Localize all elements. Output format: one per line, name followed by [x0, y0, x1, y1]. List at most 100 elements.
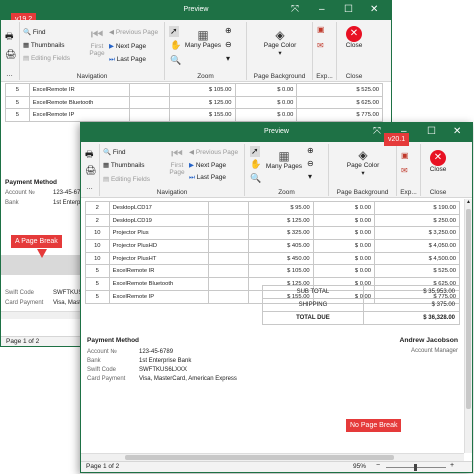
zoom-dropdown-icon[interactable]: ▾ [308, 173, 312, 181]
cell-product: ExcelRemote IP [28, 108, 130, 123]
export-pdf-icon[interactable]: ▣ [401, 152, 409, 160]
scroll-up-icon[interactable]: ▲ [465, 199, 472, 205]
window-title: Preview [264, 128, 289, 135]
vertical-scrollbar[interactable]: ▲ [464, 199, 472, 453]
ribbon: 🖶 🖨 … 🔍 Find ▦ Thumbnails ▤ Editing Fiel… [1, 20, 391, 82]
close-preview-button[interactable]: ✕ Close [423, 150, 453, 173]
zoom-slider-thumb[interactable] [414, 464, 417, 471]
maximize-icon[interactable]: ☐ [427, 126, 436, 138]
cell-disc: $ 0.00 [312, 226, 376, 241]
close-preview-button[interactable]: ✕ Close [339, 26, 369, 49]
status-bar: Page 1 of 2 95% − + [81, 461, 472, 472]
zoom-dropdown-icon[interactable]: ▾ [226, 55, 230, 63]
cell-blank [128, 95, 171, 110]
cell-blank [207, 289, 249, 304]
close-circle-icon: ✕ [346, 26, 362, 42]
zoom-in-icon[interactable]: + [450, 462, 454, 469]
thumbnails-button[interactable]: ▦ Thumbnails [23, 41, 64, 49]
thumbnails-button[interactable]: ▦ Thumbnails [103, 161, 144, 169]
table-row: 10 Projector PlusHD $ 405.00 $ 0.00 $ 4,050.… [85, 239, 460, 253]
many-pages-icon: ▦ [278, 149, 290, 163]
cell-disc: $ 0.00 [312, 201, 376, 215]
page-color-button[interactable]: ◈ Page Color ▾ [338, 148, 388, 177]
find-button[interactable]: 🔍 Find [23, 28, 46, 36]
ribbon: 🖶 🖨 … 🔍 Find ▦ Thumbnails ▤ Editing Fiel… [81, 142, 472, 198]
close-window-icon[interactable]: ✕ [453, 126, 461, 138]
table-row: 5 ExcelRemote IR $ 105.00 $ 0.00 $ 525.00 [5, 83, 383, 97]
document-area: 2 DesktopLCD17 $ 95.00 $ 0.00 $ 190.00 2 Deskt… [81, 199, 472, 461]
window-title: Preview [183, 6, 209, 13]
more-icon[interactable]: … [6, 71, 13, 78]
previous-page-button[interactable]: ◀ Previous Page [109, 28, 158, 36]
restore-icon[interactable]: ⤧ [373, 126, 381, 138]
quick-print-icon[interactable]: 🖨 [85, 166, 96, 175]
export-pdf-icon[interactable]: ▣ [317, 26, 325, 34]
print-icon[interactable]: 🖶 [85, 150, 94, 159]
close-circle-icon: ✕ [430, 150, 446, 166]
minimize-icon[interactable]: – [319, 4, 325, 16]
first-page-button[interactable]: ⏮ First Page [166, 146, 188, 176]
restore-icon[interactable]: ⤧ [291, 4, 299, 16]
last-page-button[interactable]: ⏭ Last Page [189, 174, 226, 182]
many-pages-button[interactable]: ▦ Many Pages [263, 149, 305, 170]
page-color-button[interactable]: ◈ Page Color ▾ [255, 28, 305, 57]
scrollbar-thumb[interactable] [125, 455, 394, 460]
zoom-group: ➚ ✋ 🔍 ▦ Many Pages ⊕ ⊖ ▾ Zoom [165, 22, 247, 80]
cell-total: $ 525.00 [374, 264, 460, 279]
zoom-in-icon[interactable]: ⊕ [225, 27, 232, 35]
swift-row: Swift Code SWFTKUS6L [5, 290, 90, 296]
hand-tool-icon[interactable]: ✋ [250, 160, 261, 169]
previous-page-icon: ◀ [109, 29, 114, 36]
many-pages-button[interactable]: ▦ Many Pages [183, 28, 223, 49]
hand-tool-icon[interactable]: ✋ [170, 41, 181, 50]
cell-qty: 10 [85, 239, 110, 253]
previous-page-button[interactable]: ◀ Previous Page [189, 148, 238, 156]
sub-total-row: SUB TOTAL $ 35,953.00 [262, 285, 461, 299]
more-icon[interactable]: … [86, 184, 93, 191]
zoom-slider[interactable] [386, 464, 446, 471]
total-due-row: TOTAL DUE $ 36,328.00 [262, 311, 461, 325]
zoom-in-icon[interactable]: ⊕ [307, 147, 314, 155]
cell-product: Projector Plus [108, 226, 209, 241]
last-page-button[interactable]: ⏭ Last Page [109, 56, 146, 64]
editing-fields-button[interactable]: ▤ Editing Fields [103, 175, 150, 183]
magnifier-icon[interactable]: 🔍 [250, 174, 261, 183]
magnifier-icon[interactable]: 🔍 [170, 56, 181, 65]
print-icon[interactable]: 🖶 [5, 32, 14, 41]
export-mail-icon[interactable]: ✉ [317, 42, 324, 50]
zoom-group: ➚ ✋ 🔍 ▦ Many Pages ⊕ ⊖ ▾ Zoom [245, 144, 329, 196]
export-group-label: Exp... [316, 73, 333, 80]
next-page-button[interactable]: ▶ Next Page [109, 42, 146, 50]
cell-total: $ 775.00 [296, 108, 383, 123]
cell-qty: 5 [5, 108, 30, 123]
editing-fields-button[interactable]: ▤ Editing Fields [23, 54, 70, 62]
cell-price: $ 95.00 [247, 201, 314, 215]
invoice-table: 5 ExcelRemote IR $ 105.00 $ 0.00 $ 525.00 5 Ex… [5, 83, 383, 123]
cell-blank [207, 239, 249, 253]
cell-product: ExcelRemote IP [108, 289, 209, 304]
table-row: 5 ExcelRemote IP $ 155.00 $ 0.00 $ 775.00 [5, 108, 383, 123]
account-row: Account № 123-45-678 [5, 190, 84, 196]
first-page-button[interactable]: ⏮ First Page [86, 26, 108, 57]
quick-print-icon[interactable]: 🖨 [5, 50, 16, 59]
cell-blank [128, 83, 171, 97]
find-button[interactable]: 🔍 Find [103, 148, 126, 156]
pointer-icon[interactable]: ➚ [169, 26, 179, 37]
maximize-icon[interactable]: ☐ [344, 4, 353, 16]
zoom-out-icon[interactable]: ⊖ [307, 160, 314, 168]
zoom-out-icon[interactable]: ⊖ [225, 41, 232, 49]
export-mail-icon[interactable]: ✉ [401, 167, 408, 175]
cell-qty: 2 [85, 201, 110, 215]
horizontal-scrollbar[interactable] [81, 453, 464, 461]
next-page-button[interactable]: ▶ Next Page [189, 161, 226, 169]
thumbnails-icon: ▦ [103, 162, 110, 169]
cell-total: $ 525.00 [296, 83, 383, 97]
zoom-out-icon[interactable]: − [376, 462, 380, 469]
scrollbar-thumb[interactable] [466, 209, 471, 409]
chevron-down-icon: ▾ [278, 50, 282, 57]
export-group: ▣ ✉ Exp... [397, 144, 421, 196]
cell-total: $ 250.00 [374, 213, 460, 228]
cell-qty: 5 [85, 289, 110, 304]
close-window-icon[interactable]: ✕ [370, 4, 378, 16]
pointer-icon[interactable]: ➚ [250, 146, 260, 157]
